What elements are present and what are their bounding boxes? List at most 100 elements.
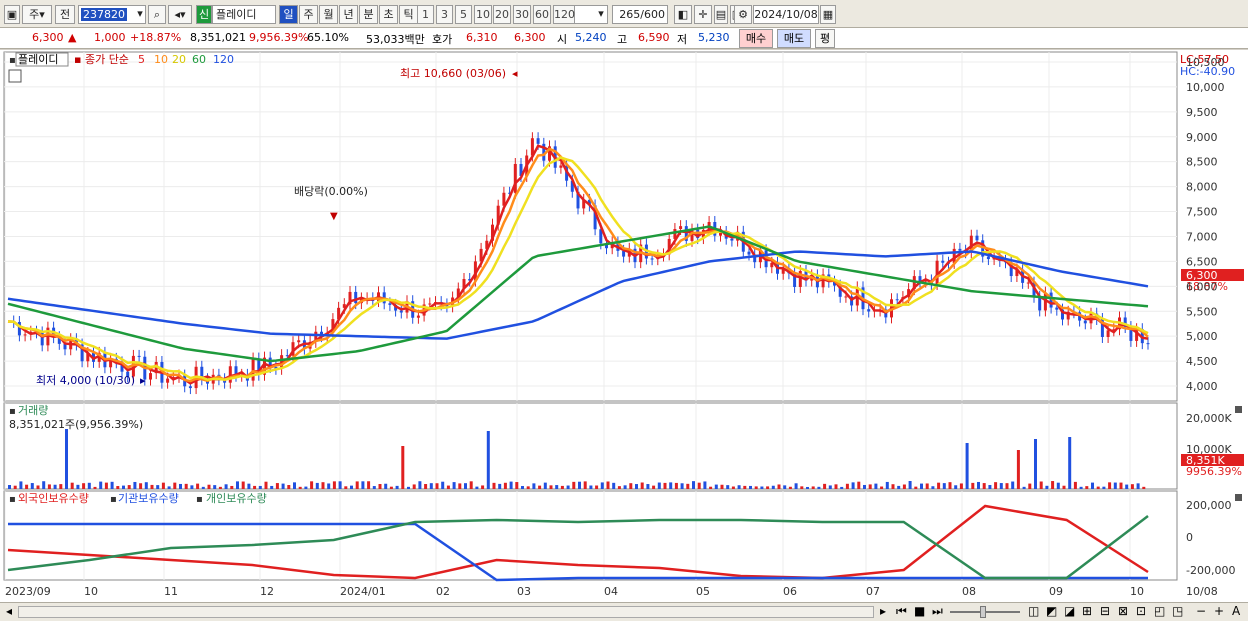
holding-panel-close-icon[interactable] [1235,494,1242,501]
price-tick-label: 8,000 [1186,181,1218,194]
interval-3[interactable]: 3 [436,5,453,24]
legend-sep-icon: ▪ [110,494,117,505]
tool-icon-7[interactable]: ⊡ [1136,604,1146,618]
toolbar: ▣ 주▾ 전 237820 ▾ ⌕ ◂▾ 신 플레이디 ▾ 265/600 ◧ … [0,0,1248,28]
low-marker-icon: ▸ [140,374,146,387]
avg-button[interactable]: 평 [815,29,835,48]
volume-bar [920,483,923,489]
volume-bar [663,482,667,489]
market-select[interactable]: 주▾ [22,5,52,24]
forward-icon[interactable]: ⏭ [932,604,943,619]
ma-10-label: 10 [154,53,168,66]
period-tab-3[interactable]: 년 [339,5,358,24]
volume-menu-icon[interactable]: ▪ [9,406,16,417]
interval-5[interactable]: 5 [455,5,472,24]
holding-menu-icon[interactable]: ▪ [9,494,16,505]
volume-bar [93,486,97,489]
volume-bar [87,482,91,489]
candle-body [975,235,979,241]
interval-120[interactable]: 120 [553,5,575,24]
volume-bar [76,484,80,489]
gear-icon[interactable]: ⚙ [734,5,752,24]
buy-button[interactable]: 매수 [739,29,773,48]
interval-1[interactable]: 1 [417,5,434,24]
stop-icon[interactable]: ■ [914,604,925,618]
volume-bar [635,484,638,489]
volume-bar [99,481,103,489]
zoom-out-icon[interactable]: − [1196,604,1206,618]
search-icon[interactable]: ⌕ [148,5,166,24]
volume-bar [446,485,450,489]
period-tab-6[interactable]: 틱 [399,5,418,24]
tool-icon-2[interactable]: ◩ [1046,604,1057,618]
high-marker-icon: ◂ [512,67,518,80]
date-field[interactable]: 2024/10/08 [753,5,819,24]
volume-bar [549,485,553,489]
volume-bar [1108,482,1112,489]
tool-icon-3[interactable]: ◪ [1064,604,1075,618]
candle-body [188,386,192,389]
period-tab-0[interactable]: 일 [279,5,298,24]
zoom-slider-handle[interactable] [980,606,986,618]
volume-bar [606,481,610,489]
volume-bar [1079,486,1083,489]
volume-bar [806,486,809,489]
chart-area[interactable]: ▪ 플레이디 ▪ 종가 단순 5 10 20 60 120 LC:57.50 H… [0,50,1248,602]
scrollbar-track[interactable] [18,606,874,618]
volume-bar [674,482,678,489]
window-icon[interactable]: ▣ [4,5,20,24]
tool-icon-9[interactable]: ◳ [1172,604,1183,618]
period-tab-1[interactable]: 주 [299,5,318,24]
legend-institution: 기관보유수량 [118,492,179,505]
panel-menu-icon[interactable]: ▪ [9,55,16,66]
zoom-in-icon[interactable]: + [1214,604,1224,618]
compare-icon[interactable]: ◧ [674,5,692,24]
sell-button[interactable]: 매도 [777,29,811,48]
tool-icon-4[interactable]: ⊞ [1082,604,1092,618]
count-field[interactable]: 265/600 [612,5,668,24]
tool-icon-8[interactable]: ◰ [1154,604,1165,618]
candle-body [867,309,871,312]
period-tab-4[interactable]: 분 [359,5,378,24]
interval-20[interactable]: 20 [493,5,511,24]
candle-body [747,251,751,255]
rewind-icon[interactable]: ⏮ [896,604,907,619]
grid-toggle-icon[interactable] [8,69,22,83]
volume-bar [817,486,821,489]
volume-bar [241,481,245,489]
font-size-icon[interactable]: A [1232,604,1240,618]
chevron-down-icon[interactable]: ▾ [594,5,608,24]
scroll-left-icon[interactable]: ◂ [6,604,12,618]
volume-bar [646,484,650,489]
annotation-high: 최고 10,660 (03/06) [400,67,506,80]
volume-bar [834,484,838,489]
chevron-down-icon[interactable]: ▾ [134,5,146,24]
interval-60[interactable]: 60 [533,5,551,24]
speaker-icon[interactable]: ◂▾ [168,5,192,24]
tool-icon-1[interactable]: ◫ [1028,604,1039,618]
volume-bar [332,481,336,489]
scroll-right-icon[interactable]: ▸ [880,604,886,618]
save-icon[interactable]: ▤ [714,5,728,24]
calendar-icon[interactable]: ▦ [820,5,836,24]
volume-bar [161,482,165,489]
volume-panel-close-icon[interactable] [1235,406,1242,413]
volume-bar [281,483,285,489]
period-tab-5[interactable]: 초 [379,5,398,24]
volume-bar [737,485,741,489]
crosshair-icon[interactable]: ✛ [694,5,712,24]
tool-icon-5[interactable]: ⊟ [1100,604,1110,618]
interval-10[interactable]: 10 [474,5,492,24]
chart-svg[interactable]: ▪ 플레이디 ▪ 종가 단순 5 10 20 60 120 LC:57.50 H… [0,50,1248,602]
period-tab-2[interactable]: 월 [319,5,338,24]
price: 6,300 [32,31,64,44]
volume-bar [1022,486,1026,489]
high-label: 고 [617,33,628,46]
prev-button[interactable]: 전 [55,5,75,24]
interval-30[interactable]: 30 [513,5,531,24]
volume-bar [327,483,331,489]
volume-bar [1068,437,1072,489]
tool-icon-6[interactable]: ⊠ [1118,604,1128,618]
price-tick-label: 9,500 [1186,106,1218,119]
volume-bar [184,483,188,489]
